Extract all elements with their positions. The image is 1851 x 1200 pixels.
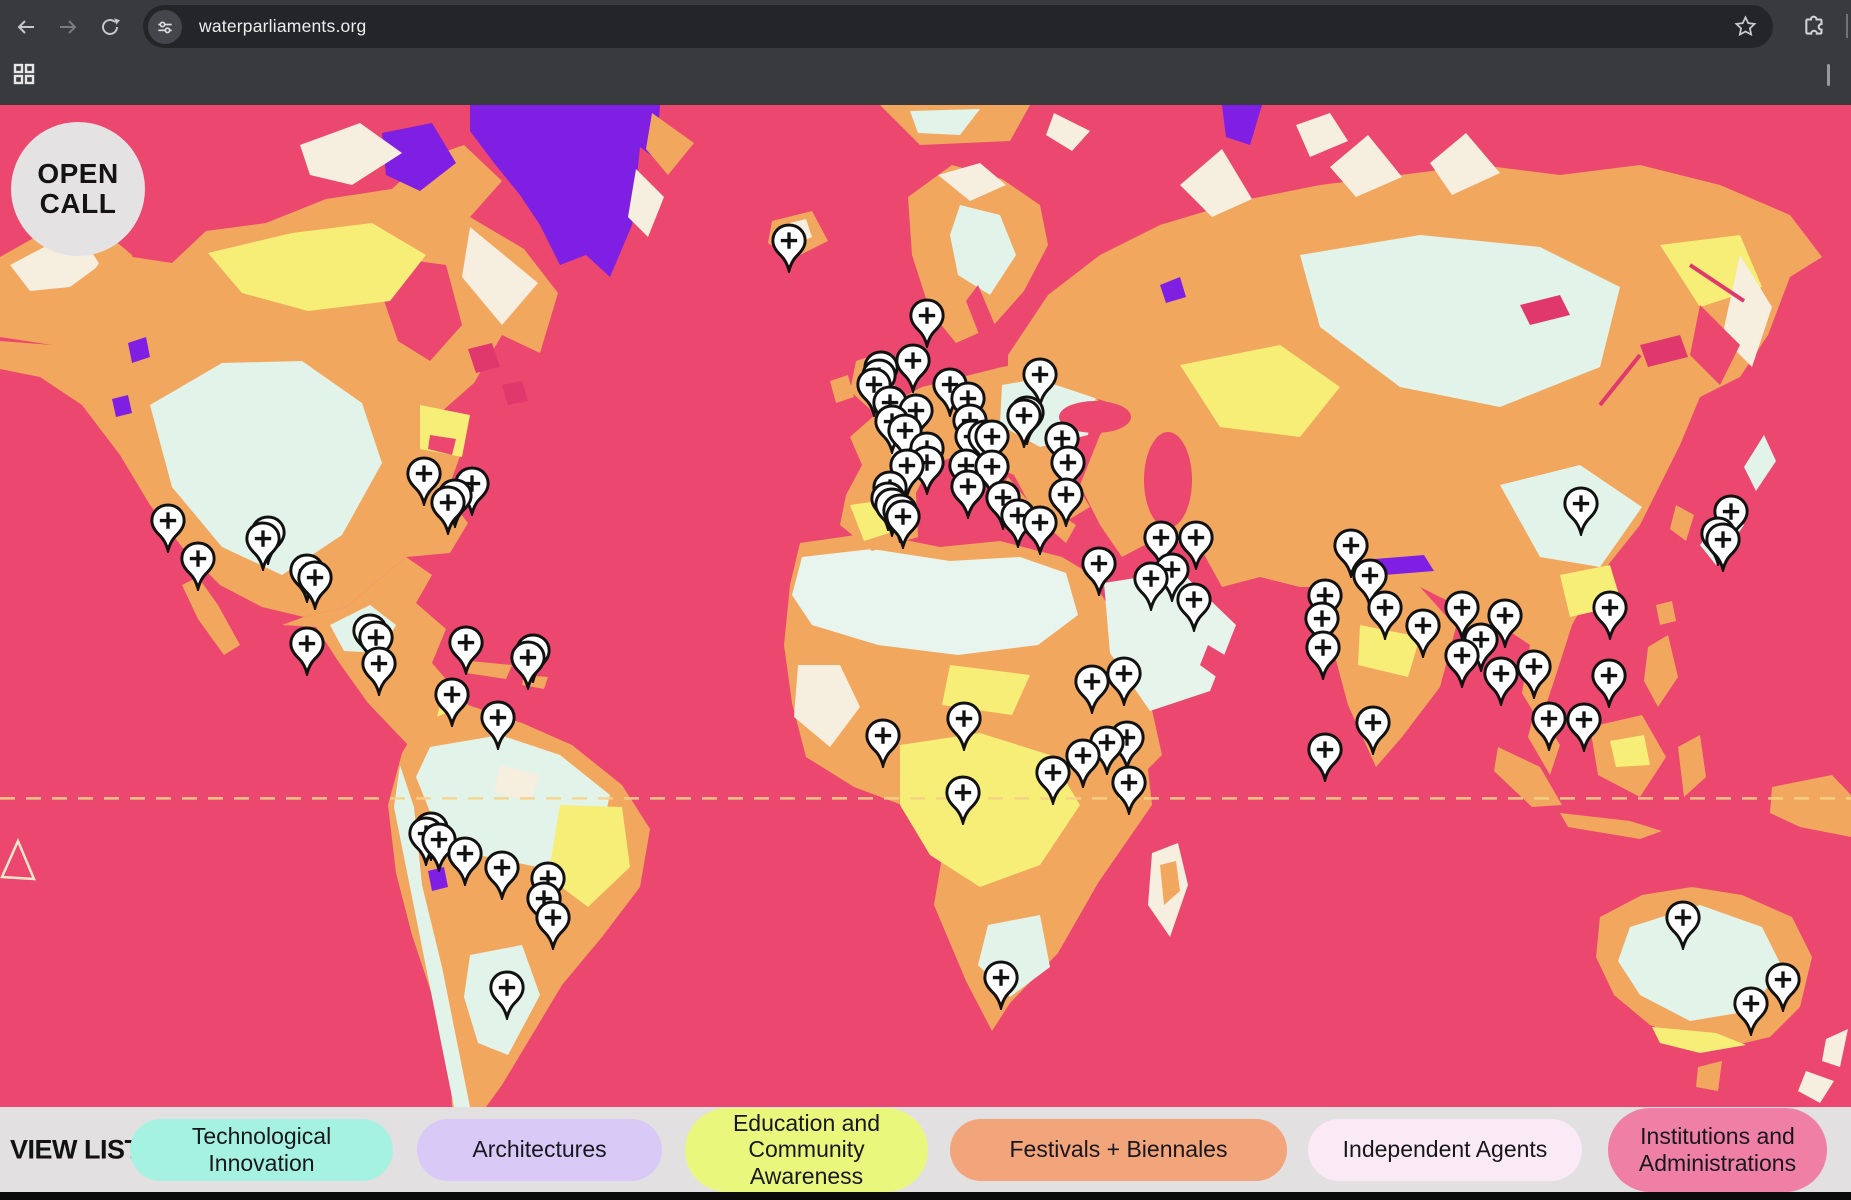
map-pin[interactable]: [864, 718, 902, 768]
map-pin[interactable]: [1110, 765, 1148, 815]
map-pin[interactable]: [446, 836, 484, 886]
map-pin[interactable]: [945, 701, 983, 751]
map-pin[interactable]: [509, 640, 547, 690]
map-pin[interactable]: [1591, 590, 1629, 640]
map-pin[interactable]: [1443, 638, 1481, 688]
view-list-button[interactable]: VIEW LIST: [10, 1134, 141, 1165]
filter-pill-institutions-administrations[interactable]: Institutions and Administrations: [1608, 1108, 1827, 1192]
filter-bar: VIEW LIST Technological Innovation Archi…: [0, 1107, 1851, 1192]
map-pin[interactable]: [1080, 546, 1118, 596]
map-pin[interactable]: [488, 970, 526, 1020]
map-pin[interactable]: [447, 625, 485, 675]
reload-button[interactable]: [96, 13, 124, 41]
pins-layer: [0, 105, 1851, 1107]
page-scrollbar-thumb[interactable]: [1827, 64, 1830, 86]
map-pin[interactable]: [944, 775, 982, 825]
map-pin[interactable]: [1482, 656, 1520, 706]
map-pin[interactable]: [534, 900, 572, 950]
map-pin[interactable]: [429, 485, 467, 535]
map-pin[interactable]: [1664, 900, 1702, 950]
grid-icon: [13, 63, 35, 85]
map-pin[interactable]: [1565, 702, 1603, 752]
forward-arrow-icon: [56, 15, 80, 39]
window-bottom-strip: [0, 1192, 1851, 1200]
url-bar[interactable]: waterparliaments.org: [143, 5, 1773, 48]
filter-pill-festivals-biennales[interactable]: Festivals + Biennales: [950, 1119, 1287, 1181]
open-call-badge[interactable]: OPEN CALL: [11, 122, 145, 256]
url-text: waterparliaments.org: [199, 16, 366, 37]
map-pin[interactable]: [1366, 590, 1404, 640]
map-pin[interactable]: [1132, 561, 1170, 611]
back-arrow-icon: [14, 15, 38, 39]
back-button[interactable]: [12, 13, 40, 41]
extensions-button[interactable]: [1802, 13, 1828, 44]
map-pin[interactable]: [1704, 522, 1742, 572]
map-pin[interactable]: [433, 677, 471, 727]
filter-pill-architectures[interactable]: Architectures: [417, 1119, 662, 1181]
tune-icon: [155, 17, 175, 37]
browser-window: waterparliaments.org: [0, 0, 1851, 1200]
bookmark-button[interactable]: [1734, 15, 1757, 43]
filter-pill-independent-agents[interactable]: Independent Agents: [1308, 1119, 1582, 1181]
map-pin[interactable]: [949, 469, 987, 519]
map-pin[interactable]: [288, 626, 326, 676]
window-edge-divider: [1846, 14, 1848, 38]
map-pin[interactable]: [1304, 630, 1342, 680]
map-pin[interactable]: [1021, 505, 1059, 555]
map-pin[interactable]: [1404, 608, 1442, 658]
map-pin[interactable]: [1732, 986, 1770, 1036]
browser-chrome: waterparliaments.org: [0, 0, 1851, 105]
map-pin[interactable]: [244, 521, 282, 571]
reload-icon: [98, 15, 122, 39]
map-pin[interactable]: [479, 700, 517, 750]
map-pin[interactable]: [1175, 582, 1213, 632]
map-pin[interactable]: [770, 223, 808, 273]
map-pin[interactable]: [884, 499, 922, 549]
map-canvas[interactable]: OPEN CALL: [0, 105, 1851, 1107]
map-pin[interactable]: [483, 850, 521, 900]
map-pin[interactable]: [179, 541, 217, 591]
map-pin[interactable]: [1034, 755, 1072, 805]
map-pin[interactable]: [1306, 732, 1344, 782]
star-icon: [1734, 15, 1757, 38]
map-pin[interactable]: [296, 560, 334, 610]
map-pin[interactable]: [1562, 486, 1600, 536]
filter-pill-education-community-awareness[interactable]: Education and Community Awareness: [685, 1108, 928, 1192]
map-pin[interactable]: [1073, 664, 1111, 714]
map-pin[interactable]: [982, 960, 1020, 1010]
open-call-line2: CALL: [40, 189, 117, 219]
open-call-line1: OPEN: [37, 159, 118, 189]
forward-button[interactable]: [54, 13, 82, 41]
map-pin[interactable]: [1590, 658, 1628, 708]
map-pin[interactable]: [908, 298, 946, 348]
map-pin[interactable]: [1530, 701, 1568, 751]
puzzle-piece-icon: [1802, 13, 1828, 39]
map-pin[interactable]: [1354, 705, 1392, 755]
site-settings-button[interactable]: [148, 10, 182, 44]
map-pin[interactable]: [360, 646, 398, 696]
grid-menu-button[interactable]: [13, 63, 35, 85]
filter-pill-technological-innovation[interactable]: Technological Innovation: [130, 1119, 393, 1181]
map-pin[interactable]: [1515, 649, 1553, 699]
